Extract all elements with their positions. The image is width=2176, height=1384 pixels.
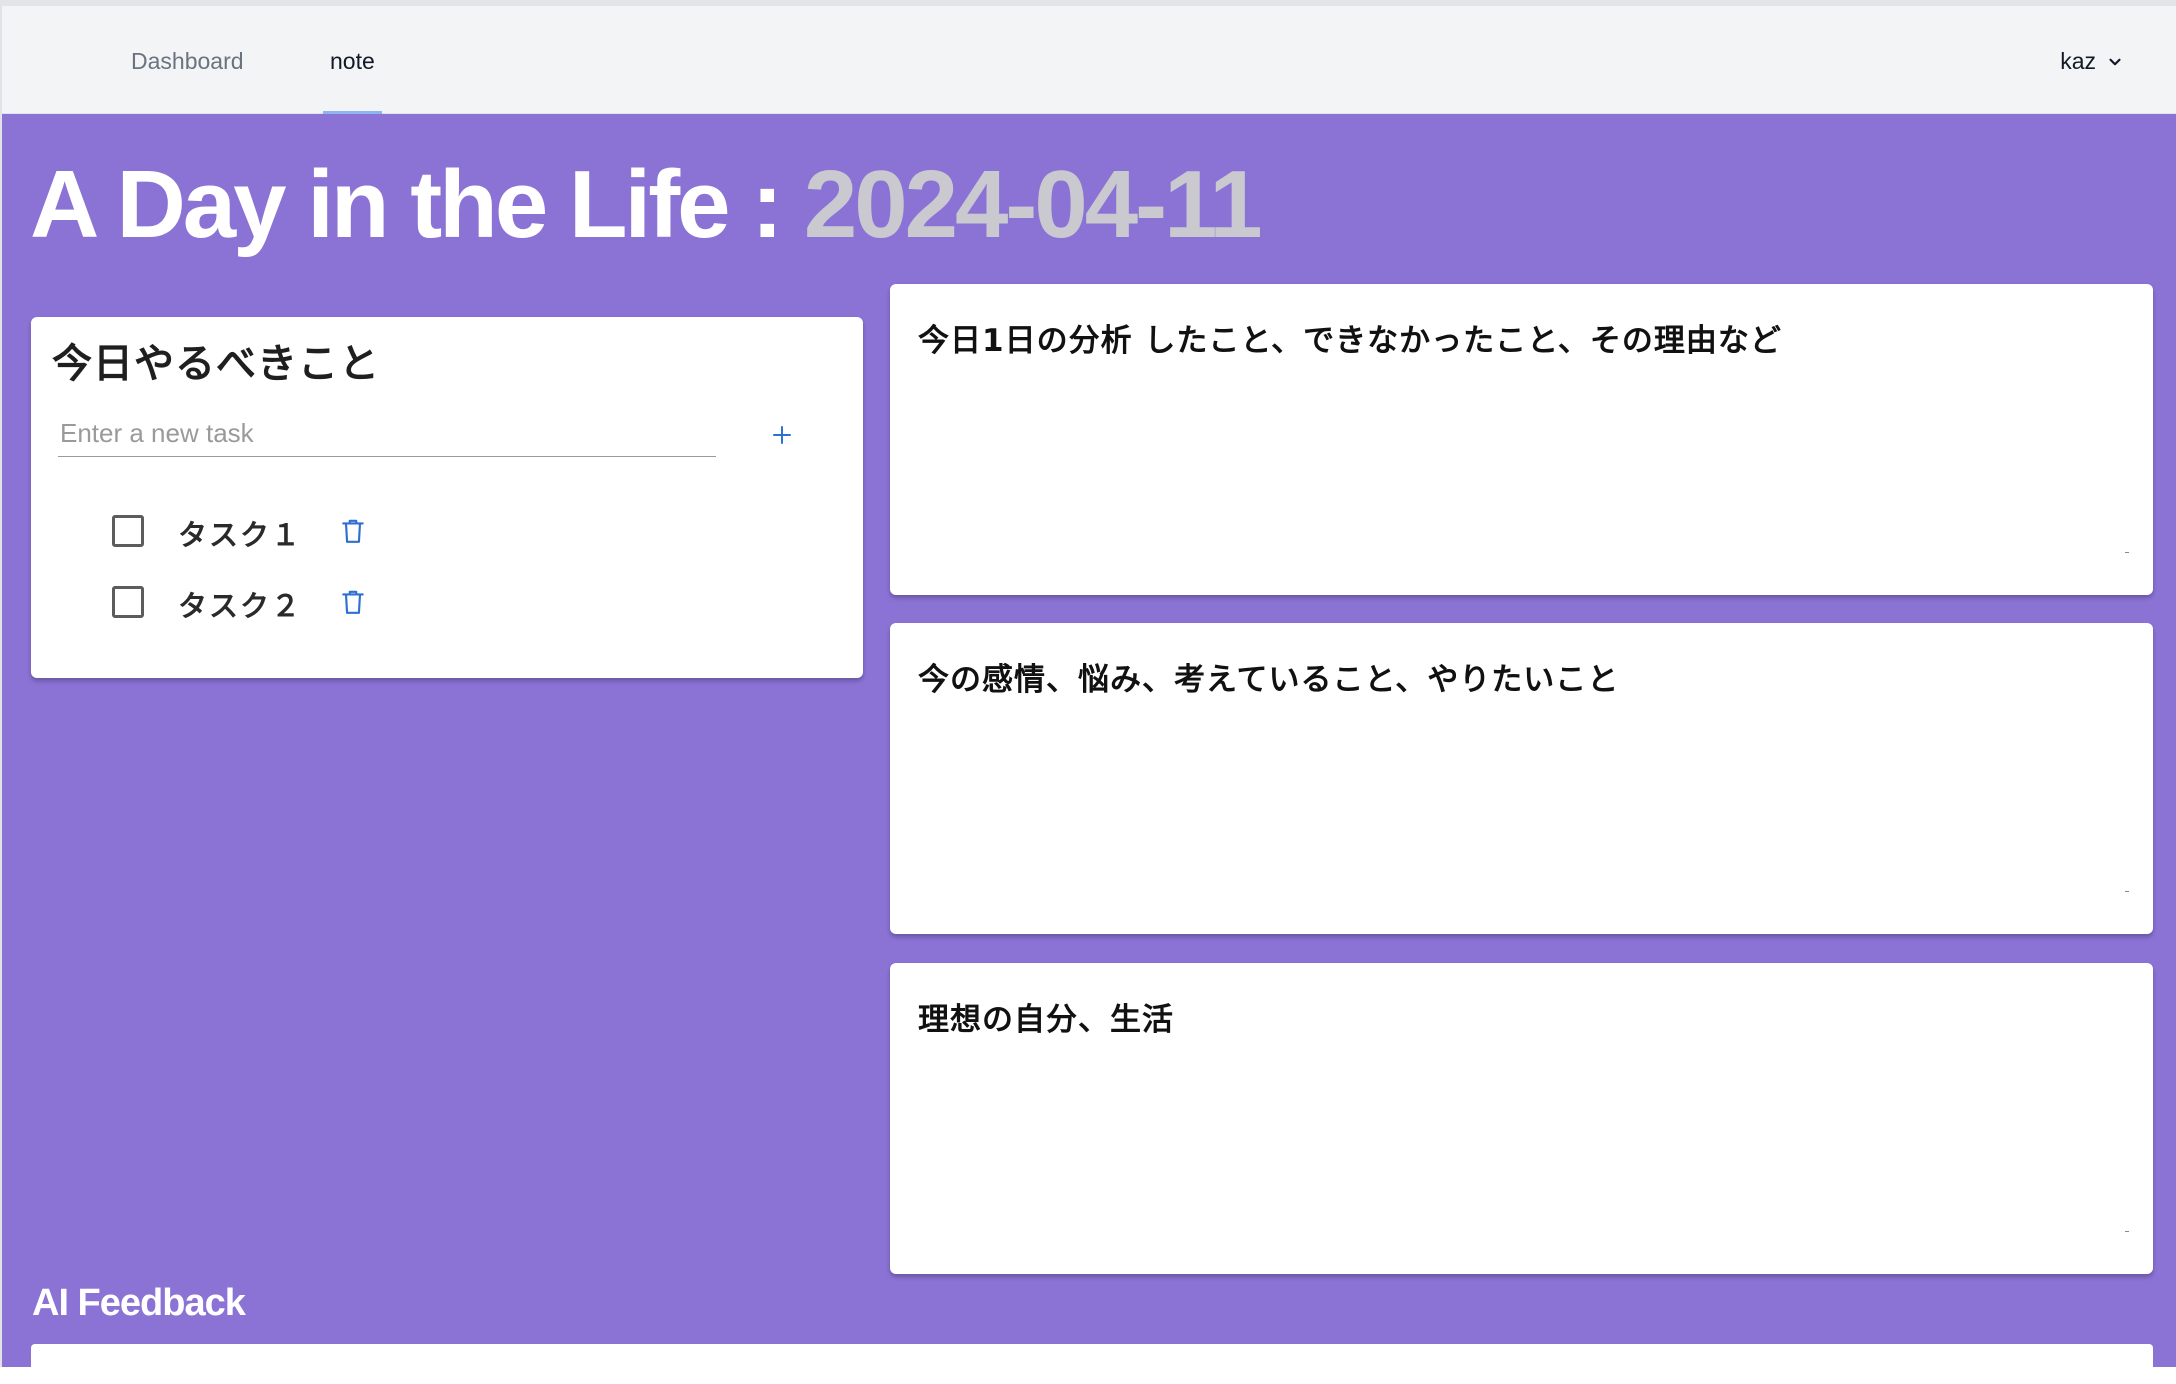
task-label: タスク２ bbox=[178, 589, 303, 623]
note-card-daily-analysis: 今日1日の分析 したこと、できなかったこと、その理由など bbox=[890, 284, 2153, 595]
task-checkbox[interactable] bbox=[112, 586, 144, 618]
note-card-feelings: 今の感情、悩み、考えていること、やりたいこと bbox=[890, 623, 2153, 934]
todo-card-title: 今日やるべきこと bbox=[52, 341, 380, 387]
app-frame: Dashboard note kaz A Day in the Life : 2… bbox=[0, 0, 2176, 1384]
new-task-field bbox=[58, 411, 716, 457]
delete-task-button[interactable] bbox=[337, 515, 369, 547]
trash-icon bbox=[342, 519, 364, 543]
task-checkbox[interactable] bbox=[112, 515, 144, 547]
note-textarea-daily-analysis[interactable] bbox=[918, 372, 2118, 572]
chevron-down-icon bbox=[2106, 53, 2124, 71]
page-title: A Day in the Life : 2024-04-11 bbox=[30, 151, 1263, 258]
note-textarea-feelings[interactable] bbox=[918, 711, 2118, 911]
trash-icon bbox=[342, 590, 364, 614]
task-label: タスク１ bbox=[178, 518, 303, 552]
plus-icon bbox=[773, 426, 791, 444]
task-item: タスク１ bbox=[31, 503, 863, 553]
resize-grip-icon[interactable] bbox=[2125, 1229, 2129, 1232]
page-title-text: A Day in the Life : bbox=[30, 151, 804, 258]
resize-grip-icon[interactable] bbox=[2125, 889, 2129, 892]
add-task-button[interactable] bbox=[764, 417, 800, 453]
note-card-ideal-self: 理想の自分、生活 bbox=[890, 963, 2153, 1274]
resize-grip-icon[interactable] bbox=[2125, 550, 2129, 553]
user-menu[interactable]: kaz bbox=[2060, 48, 2124, 75]
note-textarea-ideal-self[interactable] bbox=[918, 1051, 2118, 1251]
ai-feedback-heading: AI Feedback bbox=[32, 1282, 246, 1324]
page-title-date: 2024-04-11 bbox=[803, 151, 1263, 258]
note-heading: 今日1日の分析 したこと、できなかったこと、その理由など bbox=[918, 323, 1782, 359]
delete-task-button[interactable] bbox=[337, 586, 369, 618]
note-heading: 理想の自分、生活 bbox=[918, 1002, 1174, 1038]
new-task-input[interactable] bbox=[58, 411, 716, 456]
nav-link-note[interactable]: note bbox=[323, 48, 382, 114]
todo-card: 今日やるべきこと タスク１ bbox=[31, 317, 863, 678]
top-navbar: Dashboard note kaz bbox=[2, 6, 2176, 114]
ai-feedback-panel bbox=[31, 1344, 2153, 1384]
nav-link-dashboard[interactable]: Dashboard bbox=[131, 48, 244, 114]
user-name: kaz bbox=[2060, 48, 2096, 74]
task-item: タスク２ bbox=[31, 574, 863, 624]
note-heading: 今の感情、悩み、考えていること、やりたいこと bbox=[918, 662, 1620, 698]
